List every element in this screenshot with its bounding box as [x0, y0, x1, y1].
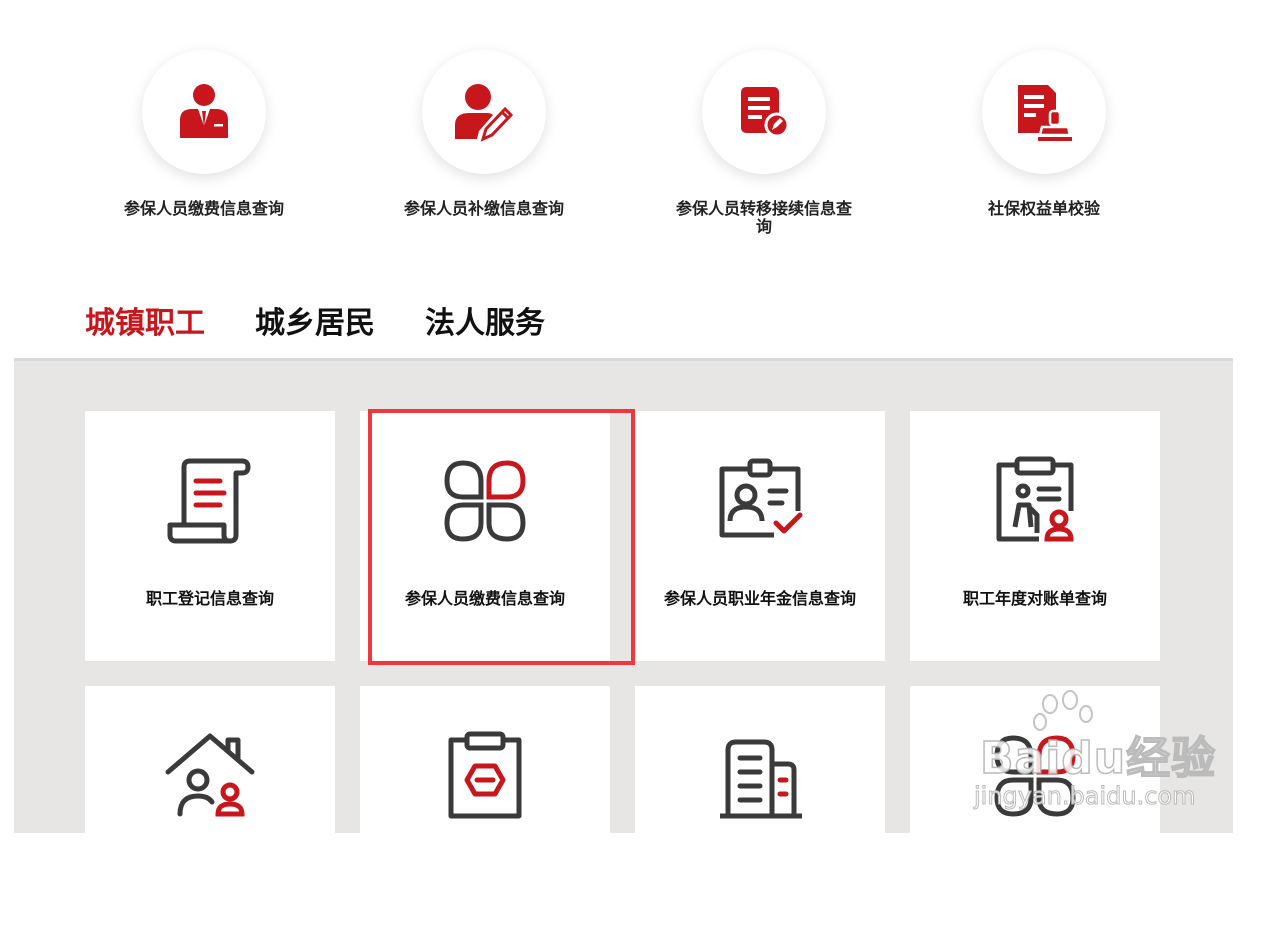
service-card-label: 职工年度对账单查询	[962, 589, 1107, 608]
four-petal-icon	[994, 735, 1076, 817]
service-card-label: 职工登记信息查询	[145, 589, 274, 608]
document-edit-icon	[741, 87, 790, 138]
quick-links: 参保人员缴费信息查询 参保人员补缴信息查询 参保人员转移接续信息查询 社保权益单…	[0, 0, 1273, 290]
quick-link-circle[interactable]	[982, 50, 1106, 174]
quick-link-supplement-query[interactable]: 参保人员补缴信息查询	[364, 50, 604, 218]
scroll-document-icon	[167, 458, 251, 544]
quick-link-circle[interactable]	[142, 50, 266, 174]
service-card-label: 参保人员缴费信息查询	[404, 589, 565, 608]
document-stamp-icon	[1018, 85, 1072, 141]
tab-urban-employees[interactable]: 城镇职工	[85, 296, 205, 362]
tab-legal-person-services[interactable]: 法人服务	[425, 296, 545, 362]
service-card-annual-statement[interactable]: 职工年度对账单查询	[910, 411, 1160, 661]
four-petal-icon	[444, 460, 526, 542]
office-buildings-icon	[720, 739, 802, 819]
service-card-payment-query[interactable]: 参保人员缴费信息查询	[360, 411, 610, 661]
service-card-clipboard-hexagon[interactable]	[360, 686, 610, 936]
person-edit-icon	[455, 84, 514, 142]
service-card-house-persons[interactable]	[85, 686, 335, 936]
quick-link-circle[interactable]	[422, 50, 546, 174]
quick-link-rights-verify[interactable]: 社保权益单校验	[924, 50, 1164, 218]
house-persons-icon	[165, 733, 255, 817]
quick-link-circle[interactable]	[702, 50, 826, 174]
clipboard-elder-icon	[996, 456, 1074, 542]
service-card-four-petal[interactable]	[910, 686, 1160, 936]
service-card-office-buildings[interactable]	[635, 686, 885, 936]
employee-person-icon	[180, 84, 228, 138]
quick-link-label: 参保人员补缴信息查询	[403, 199, 564, 218]
service-card-employee-registration[interactable]: 职工登记信息查询	[85, 411, 335, 661]
quick-link-label: 参保人员转移接续信息查询	[675, 199, 852, 236]
quick-link-payment-query[interactable]: 参保人员缴费信息查询	[84, 50, 324, 218]
quick-link-label: 参保人员缴费信息查询	[123, 199, 284, 218]
quick-link-transfer-query[interactable]: 参保人员转移接续信息查询	[644, 50, 884, 236]
id-badge-icon	[719, 458, 803, 538]
service-card-annuity-query[interactable]: 参保人员职业年金信息查询	[635, 411, 885, 661]
tab-urban-rural-residents[interactable]: 城乡居民	[255, 296, 375, 362]
clipboard-hexagon-icon	[448, 731, 522, 819]
quick-link-label: 社保权益单校验	[987, 199, 1100, 218]
service-card-label: 参保人员职业年金信息查询	[663, 589, 856, 608]
